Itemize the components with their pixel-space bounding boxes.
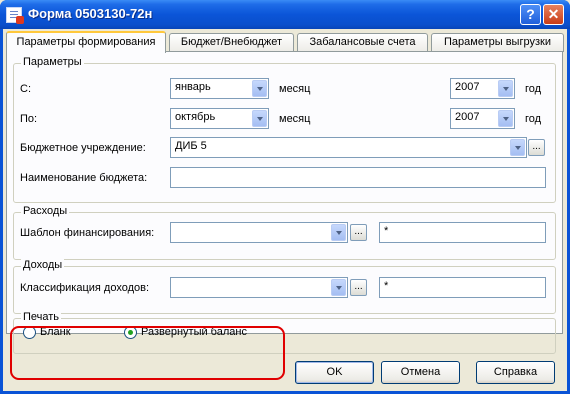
- funding-template-filter-input[interactable]: *: [379, 222, 546, 243]
- to-year-value: 2007: [455, 111, 480, 123]
- to-year-select[interactable]: 2007: [450, 108, 515, 129]
- income-class-browse-button[interactable]: ...: [350, 279, 367, 296]
- institution-value: ДИБ 5: [175, 140, 207, 152]
- chevron-down-icon[interactable]: [331, 279, 346, 296]
- chevron-down-icon[interactable]: [252, 80, 267, 97]
- tab-generation-params[interactable]: Параметры формирования: [6, 31, 166, 53]
- chevron-down-icon[interactable]: [498, 80, 513, 97]
- income-class-label: Классификация доходов:: [20, 282, 150, 294]
- print-expanded-balance-radio[interactable]: [124, 326, 137, 339]
- chevron-down-icon[interactable]: [510, 139, 525, 156]
- tab-offbalance-accounts[interactable]: Забалансовые счета: [297, 33, 428, 52]
- income-class-filter-input[interactable]: *: [379, 277, 546, 298]
- from-month-select[interactable]: январь: [170, 78, 269, 99]
- tab-page: Параметры С: январь месяц 2007 год По: о…: [6, 51, 563, 354]
- tab-export-params[interactable]: Параметры выгрузки: [431, 33, 564, 52]
- close-window-button[interactable]: ✕: [543, 4, 564, 25]
- from-year-select[interactable]: 2007: [450, 78, 515, 99]
- from-month-value: январь: [175, 81, 211, 93]
- tab-strip: Параметры формирования Бюджет/Внебюджет …: [6, 31, 564, 53]
- title-bar[interactable]: Форма 0503130-72н ? ✕: [0, 0, 570, 29]
- to-month-value: октябрь: [175, 111, 216, 123]
- help-button[interactable]: Справка: [476, 361, 555, 384]
- print-group: Печать: [13, 311, 556, 354]
- institution-select[interactable]: ДИБ 5: [170, 137, 527, 158]
- budget-name-input[interactable]: [170, 167, 546, 188]
- ok-button[interactable]: OK: [295, 361, 374, 384]
- window-title: Форма 0503130-72н: [28, 6, 153, 21]
- print-blank-radio[interactable]: [23, 326, 36, 339]
- income-group-label: Доходы: [21, 259, 65, 271]
- institution-browse-button[interactable]: ...: [528, 139, 545, 156]
- form-app-icon: [6, 7, 24, 24]
- expenses-group-label: Расходы: [21, 205, 70, 217]
- income-class-select[interactable]: [170, 277, 348, 298]
- from-month-unit: месяц: [279, 83, 311, 95]
- funding-template-label: Шаблон финансирования:: [20, 227, 155, 239]
- dialog-window: Форма 0503130-72н ? ✕ Параметры формиров…: [0, 0, 570, 394]
- to-label: По:: [20, 113, 38, 125]
- funding-template-select[interactable]: [170, 222, 348, 243]
- chevron-down-icon[interactable]: [331, 224, 346, 241]
- budget-name-label: Наименование бюджета:: [20, 172, 148, 184]
- chevron-down-icon[interactable]: [498, 110, 513, 127]
- institution-label: Бюджетное учреждение:: [20, 142, 146, 154]
- from-year-value: 2007: [455, 81, 480, 93]
- chevron-down-icon[interactable]: [252, 110, 267, 127]
- print-expanded-balance-label[interactable]: Развернутый баланс: [141, 326, 247, 338]
- tab-budget-offbudget[interactable]: Бюджет/Внебюджет: [169, 33, 294, 52]
- params-group-label: Параметры: [21, 56, 84, 68]
- to-month-select[interactable]: октябрь: [170, 108, 269, 129]
- print-group-label: Печать: [21, 311, 62, 323]
- funding-template-browse-button[interactable]: ...: [350, 224, 367, 241]
- to-year-unit: год: [525, 113, 542, 125]
- to-month-unit: месяц: [279, 113, 311, 125]
- help-title-button[interactable]: ?: [520, 4, 541, 25]
- print-blank-label[interactable]: Бланк: [40, 326, 71, 338]
- from-year-unit: год: [525, 83, 542, 95]
- from-label: С:: [20, 83, 31, 95]
- cancel-button[interactable]: Отмена: [381, 361, 460, 384]
- dialog-client-area: Параметры формирования Бюджет/Внебюджет …: [3, 29, 567, 391]
